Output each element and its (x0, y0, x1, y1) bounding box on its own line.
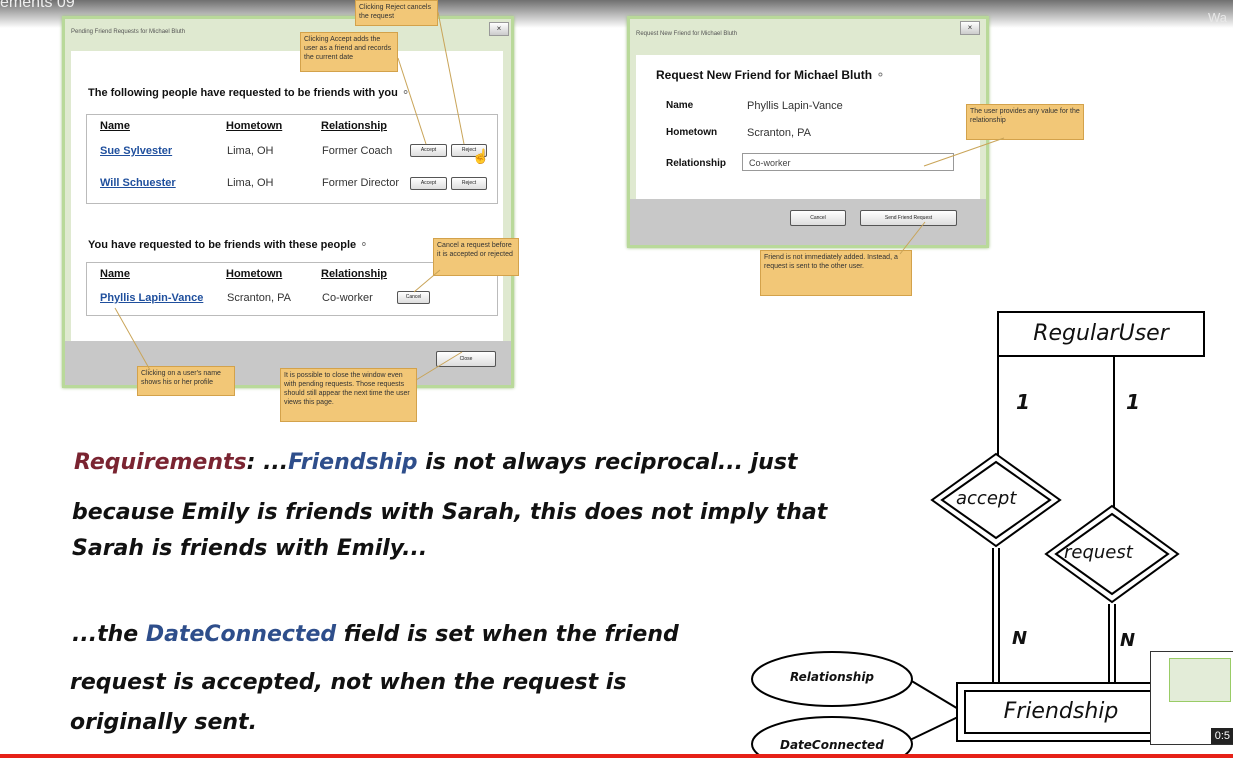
attr-relationship-label: Relationship (790, 670, 875, 684)
rel-request-label: request (1064, 542, 1133, 563)
cardinality-1-request: 1 (1126, 390, 1140, 414)
video-progress-bar[interactable] (0, 754, 1233, 758)
entity-regularuser: RegularUser (997, 311, 1205, 357)
thumbnail-image (1169, 658, 1231, 702)
entity-friendship-inner: Friendship (964, 690, 1158, 734)
er-diagram-lines (751, 356, 1180, 758)
attr-dateconnected-label: DateConnected (780, 738, 884, 752)
cardinality-1-accept: 1 (1016, 390, 1030, 414)
cardinality-n-accept: N (1012, 628, 1028, 649)
rel-accept-label: accept (956, 488, 1017, 509)
cardinality-n-request: N (1120, 630, 1136, 651)
thumbnail-timestamp: 0:5 (1210, 728, 1233, 744)
preview-thumbnail[interactable]: 0:5 (1150, 651, 1233, 745)
